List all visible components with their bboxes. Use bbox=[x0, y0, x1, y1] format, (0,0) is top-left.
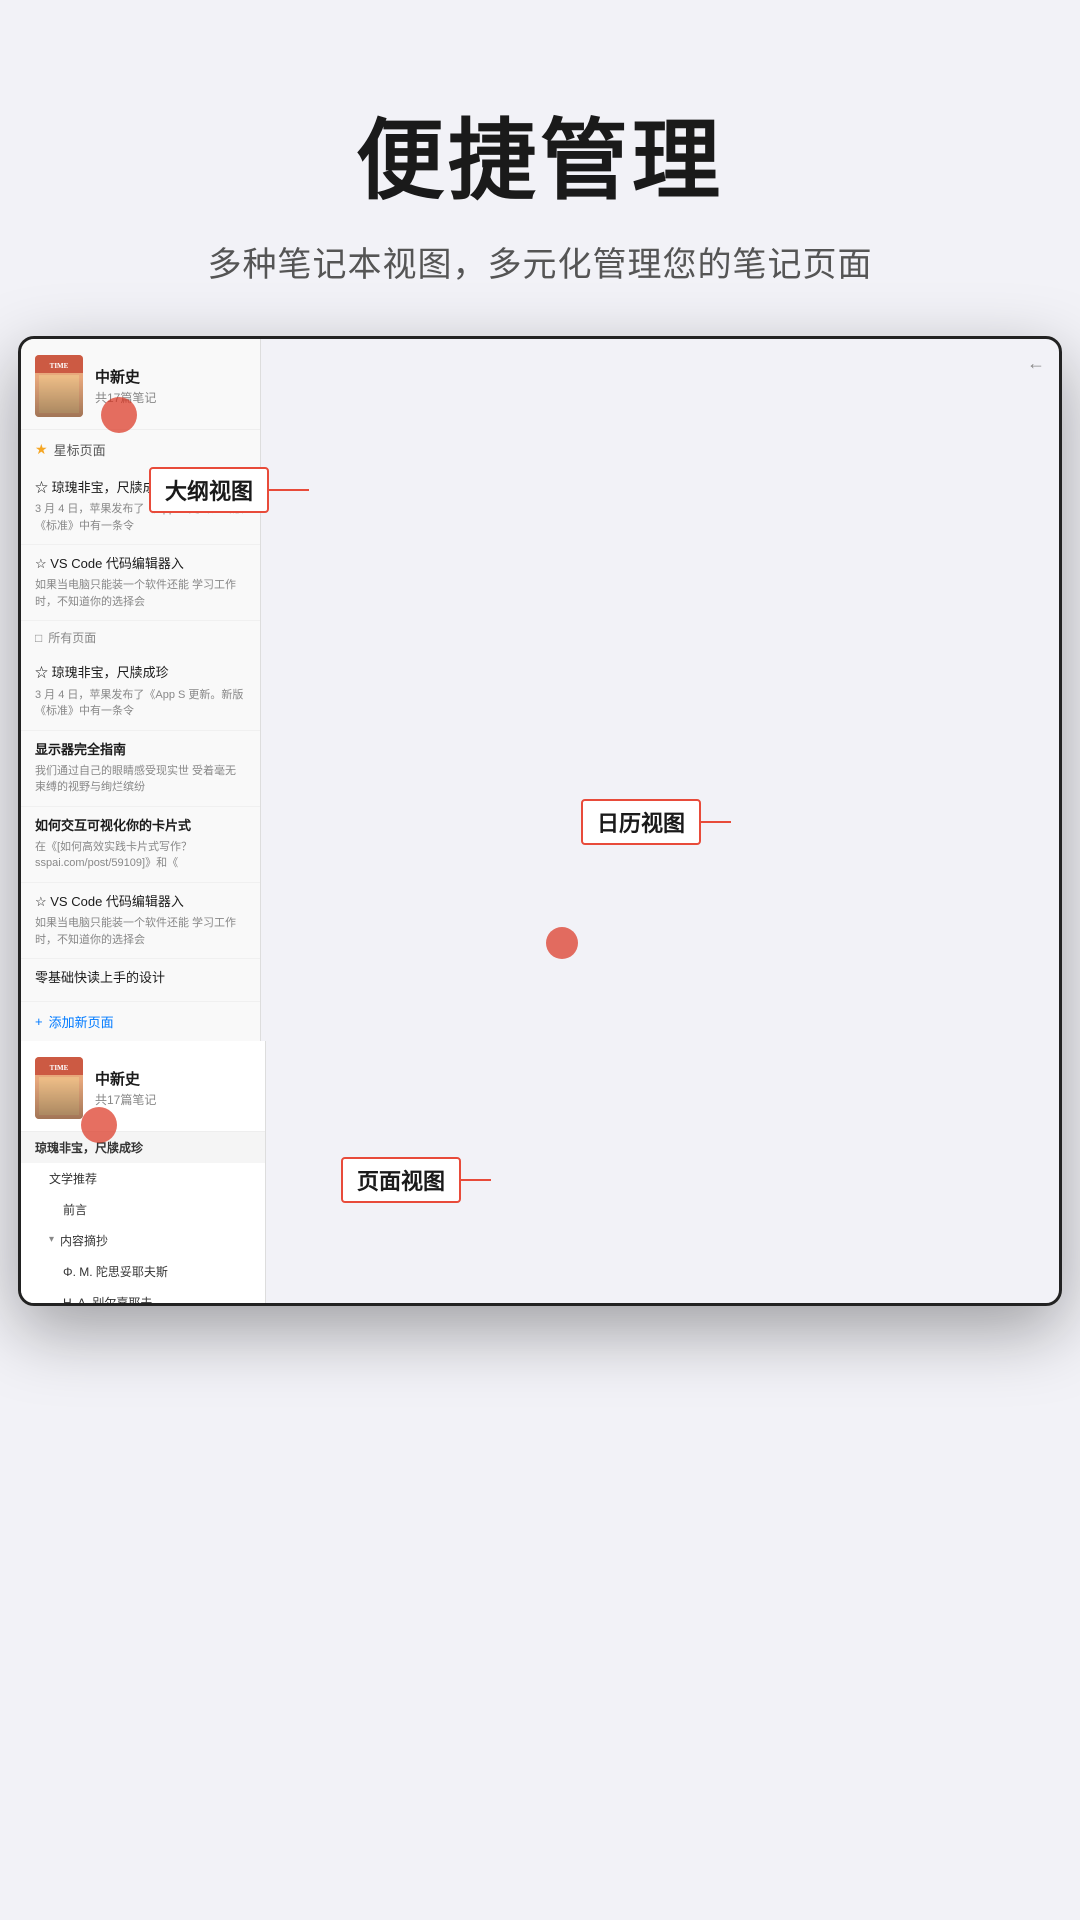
outline-text: 文学推荐 bbox=[49, 1170, 97, 1187]
note-title: ☆ VS Code 代码编辑器入 bbox=[35, 893, 246, 911]
note-preview: 我们通过自己的眼睛感受现实世 受着毫无束缚的视野与绚烂缤纷 bbox=[35, 763, 246, 796]
starred-label: ★ 星标页面 bbox=[21, 430, 260, 469]
calendar-view-label: 日历视图 bbox=[581, 799, 731, 845]
svg-text:TIME: TIME bbox=[50, 362, 69, 370]
label-line-page bbox=[461, 1179, 491, 1181]
notebook-header-2: TIME 中新史 共17篇笔记 bbox=[21, 1041, 265, 1132]
starred-text: 星标页面 bbox=[54, 440, 106, 459]
outline-item[interactable]: Φ. M. 陀思妥耶夫斯 bbox=[21, 1256, 265, 1287]
note-preview: 3 月 4 日，苹果发布了《App S 更新。新版《标准》中有一条令 bbox=[35, 687, 246, 720]
star-icon: ★ bbox=[35, 441, 48, 458]
list-item[interactable]: ☆ VS Code 代码编辑器入 如果当电脑只能装一个软件还能 学习工作时，不知… bbox=[21, 883, 260, 959]
outline-text: H. A. 别尔嘉耶夫 bbox=[63, 1294, 152, 1306]
label-box-page: 页面视图 bbox=[341, 1157, 461, 1203]
expand-arrow: ▾ bbox=[49, 1234, 54, 1245]
panel-outline: TIME 中新史 共17篇笔记 琼瑰非宝，尺牍成珍 文学推荐 前言 bbox=[21, 1041, 266, 1306]
notebook-info-2: 中新史 共17篇笔记 bbox=[95, 1068, 251, 1108]
list-item[interactable]: 显示器完全指南 我们通过自己的眼睛感受现实世 受着毫无束缚的视野与绚烂缤纷 bbox=[21, 731, 260, 807]
outline-text: 前言 bbox=[63, 1201, 87, 1218]
label-line-calendar bbox=[701, 821, 731, 823]
list-item[interactable]: ☆ VS Code 代码编辑器入 如果当电脑只能装一个软件还能 学习工作时，不知… bbox=[21, 545, 260, 621]
header-section: 便捷管理 多种笔记本视图，多元化管理您的笔记页面 bbox=[0, 0, 1080, 326]
note-title: 零基础快读上手的设计 bbox=[35, 969, 246, 987]
outline-text: Φ. M. 陀思妥耶夫斯 bbox=[63, 1263, 168, 1280]
demo-area: TIME 中新史 共17篇笔记 ★ 星标页面 ☆ 琼瑰非宝，尺牍成珍 3 月 bbox=[18, 336, 1062, 1306]
outline-text: 内容摘抄 bbox=[60, 1232, 108, 1249]
note-title: ☆ 琼瑰非宝，尺牍成珍 bbox=[35, 664, 246, 682]
note-preview: 如果当电脑只能装一个软件还能 学习工作时，不知道你的选择会 bbox=[35, 577, 246, 610]
outline-item[interactable]: 前言 bbox=[21, 1194, 265, 1225]
label-box-outline: 大纲视图 bbox=[149, 467, 269, 513]
label-line-outline bbox=[269, 489, 309, 491]
note-title: 如何交互可视化你的卡片式 bbox=[35, 817, 246, 835]
doc-icon: □ bbox=[35, 631, 42, 645]
note-title: 显示器完全指南 bbox=[35, 741, 246, 759]
touch-indicator-2 bbox=[81, 1107, 117, 1143]
outline-item[interactable]: 琼瑰非宝，尺牍成珍 bbox=[21, 1132, 265, 1163]
plus-icon: + bbox=[35, 1014, 43, 1029]
sub-title: 多种笔记本视图，多元化管理您的笔记页面 bbox=[0, 237, 1080, 286]
outline-text: 琼瑰非宝，尺牍成珍 bbox=[35, 1139, 143, 1156]
outline-view-label: 大纲视图 bbox=[149, 467, 309, 513]
note-title: ☆ VS Code 代码编辑器入 bbox=[35, 555, 246, 573]
notebook-cover-2: TIME bbox=[35, 1057, 83, 1119]
notebook-header-1: TIME 中新史 共17篇笔记 bbox=[21, 339, 260, 430]
notebook-name-1: 中新史 bbox=[95, 366, 246, 387]
list-item[interactable]: 如何交互可视化你的卡片式 在《[如何高效实践卡片式写作？ sspai.com/p… bbox=[21, 807, 260, 883]
note-preview: 在《[如何高效实践卡片式写作？ sspai.com/post/59109]》和《 bbox=[35, 839, 246, 872]
page-view-label: 页面视图 bbox=[341, 1157, 491, 1203]
list-item[interactable]: ☆ 琼瑰非宝，尺牍成珍 3 月 4 日，苹果发布了《App S 更新。新版《标准… bbox=[21, 654, 260, 730]
panel-list: TIME 中新史 共17篇笔记 ★ 星标页面 ☆ 琼瑰非宝，尺牍成珍 3 月 bbox=[21, 339, 261, 1041]
notebook-name-2: 中新史 bbox=[95, 1068, 251, 1089]
section-header: □ 所有页面 bbox=[21, 621, 260, 654]
label-box-calendar: 日历视图 bbox=[581, 799, 701, 845]
list-item[interactable]: 零基础快读上手的设计 bbox=[21, 959, 260, 1002]
notebook-cover-1: TIME bbox=[35, 355, 83, 417]
main-title: 便捷管理 bbox=[0, 90, 1080, 217]
screenshots-wrapper: TIME 中新史 共17篇笔记 ★ 星标页面 ☆ 琼瑰非宝，尺牍成珍 3 月 bbox=[21, 339, 1059, 1303]
svg-text:TIME: TIME bbox=[50, 1064, 69, 1072]
outline-item[interactable]: ▾ 内容摘抄 bbox=[21, 1225, 265, 1256]
outline-item[interactable]: 文学推荐 bbox=[21, 1163, 265, 1194]
notebook-count-2: 共17篇笔记 bbox=[95, 1091, 251, 1108]
touch-indicator-1 bbox=[101, 397, 137, 433]
outline-item[interactable]: H. A. 别尔嘉耶夫 bbox=[21, 1287, 265, 1306]
add-page-btn[interactable]: + 添加新页面 bbox=[21, 1002, 260, 1041]
add-page-label: 添加新页面 bbox=[49, 1012, 114, 1031]
note-preview: 如果当电脑只能装一个软件还能 学习工作时，不知道你的选择会 bbox=[35, 915, 246, 948]
all-pages-label: 所有页面 bbox=[48, 629, 96, 646]
